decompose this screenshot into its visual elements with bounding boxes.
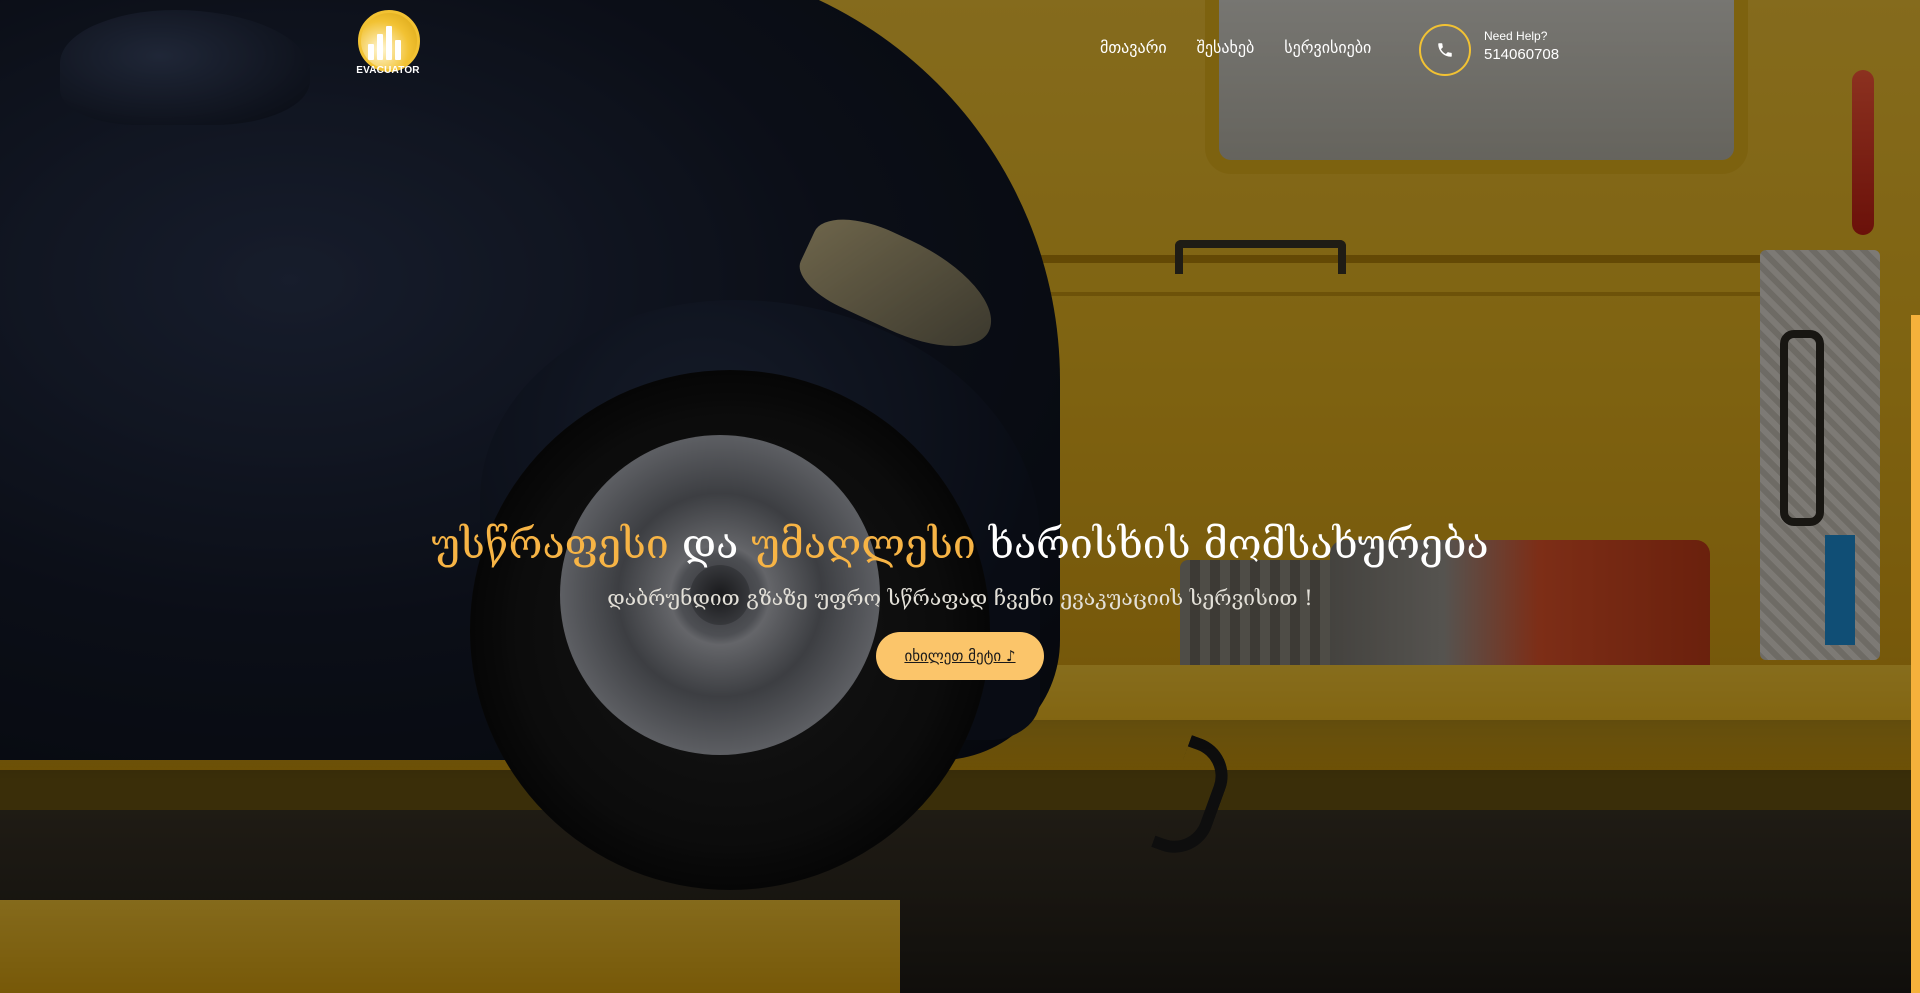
logo-buildings-icon [366,24,406,60]
hero-section: უსწრაფესი და უმაღლესი ხარისხის მომსახურე… [0,520,1920,680]
main-nav: მთავარი შესახებ სერვისიები [1100,38,1371,57]
hero-title-accent: უსწრაფესი [431,520,669,568]
hero-title-text: და [681,520,739,568]
logo-text: EVACUATOR [356,65,420,76]
see-more-button[interactable]: იხილეთ მეტი ♪ [876,632,1044,680]
hero-title-accent: უმაღლესი [751,520,976,568]
logo[interactable]: EVACUATOR [352,10,424,78]
help-label: Need Help? [1484,29,1548,43]
nav-item-services[interactable]: სერვისიები [1284,38,1371,57]
help-phone-number[interactable]: 514060708 [1484,46,1559,63]
dark-overlay [0,0,1920,993]
phone-icon [1438,43,1452,57]
help-contact: Need Help? 514060708 [1484,29,1559,63]
hero-title: უსწრაფესი და უმაღლესი ხარისხის მომსახურე… [0,520,1920,568]
site-header: EVACUATOR მთავარი შესახებ სერვისიები Nee… [0,0,1920,100]
nav-item-about[interactable]: შესახებ [1197,38,1255,57]
nav-item-home[interactable]: მთავარი [1100,38,1167,57]
phone-button[interactable] [1419,24,1471,76]
hero-title-text: ხარისხის მომსახურება [988,520,1489,568]
hero-subtitle: დაბრუნდით გზაზე უფრო სწრაფად ჩვენი ევაკუ… [607,586,1313,610]
